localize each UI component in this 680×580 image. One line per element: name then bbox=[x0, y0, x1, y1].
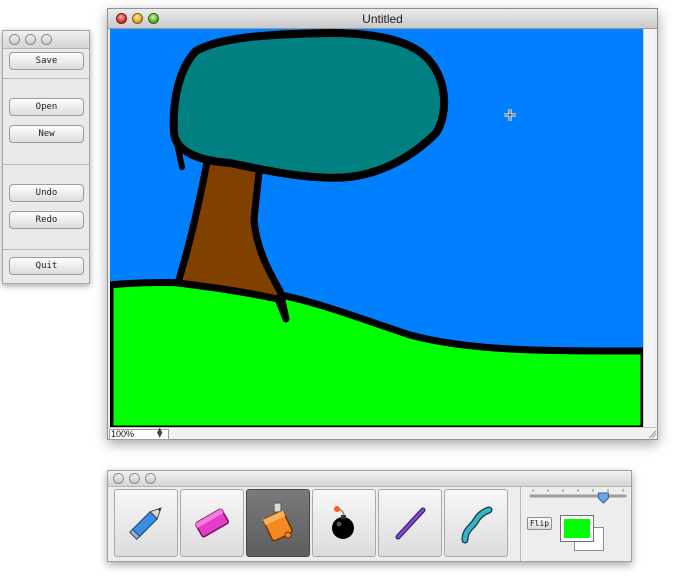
foreground-color-fill bbox=[564, 519, 590, 538]
slider-ticks bbox=[532, 489, 624, 492]
eraser-icon bbox=[194, 508, 230, 538]
paint-bucket-icon bbox=[262, 502, 293, 542]
pencil-icon bbox=[129, 507, 162, 540]
foreground-color-swatch[interactable] bbox=[560, 515, 594, 542]
brush-tool[interactable] bbox=[444, 489, 508, 557]
tree-foliage bbox=[169, 29, 449, 182]
window-titlebar[interactable]: Untitled bbox=[108, 9, 657, 29]
tool-palette-titlebar[interactable] bbox=[108, 471, 631, 487]
tool-palette: Flip bbox=[107, 470, 632, 562]
drawing-window: Untitled 100% ▲ ▼ bbox=[107, 8, 658, 440]
new-button[interactable]: New bbox=[9, 125, 84, 143]
redo-button[interactable]: Redo bbox=[9, 211, 84, 229]
bomb-icon bbox=[332, 506, 354, 539]
status-bar: 100% ▲ ▼ bbox=[108, 427, 657, 440]
slider-thumb[interactable] bbox=[597, 492, 609, 504]
window-title: Untitled bbox=[362, 12, 403, 26]
line-icon bbox=[395, 507, 426, 540]
pencil-tool[interactable] bbox=[114, 489, 178, 557]
brush-icon bbox=[461, 506, 493, 544]
minimize-button[interactable] bbox=[129, 473, 140, 484]
save-button[interactable]: Save bbox=[9, 52, 84, 70]
vertical-scrollbar[interactable] bbox=[643, 29, 655, 429]
command-palette-titlebar[interactable] bbox=[3, 31, 89, 49]
flip-button[interactable]: Flip bbox=[527, 517, 552, 530]
eraser-tool[interactable] bbox=[180, 489, 244, 557]
zoom-button[interactable] bbox=[145, 473, 156, 484]
close-button[interactable] bbox=[9, 34, 20, 45]
line-tool[interactable] bbox=[378, 489, 442, 557]
bomb-tool[interactable] bbox=[312, 489, 376, 557]
separator bbox=[3, 249, 89, 250]
command-palette: Save Open New Undo Redo Quit bbox=[2, 30, 90, 284]
divider bbox=[520, 487, 521, 561]
drawing-canvas[interactable] bbox=[110, 29, 644, 429]
separator bbox=[3, 164, 89, 165]
separator bbox=[3, 78, 89, 79]
close-button[interactable] bbox=[113, 473, 124, 484]
minimize-button[interactable] bbox=[25, 34, 36, 45]
zoom-button[interactable] bbox=[41, 34, 52, 45]
resize-grip-icon[interactable] bbox=[646, 428, 657, 439]
quit-button[interactable]: Quit bbox=[9, 257, 84, 275]
open-button[interactable]: Open bbox=[9, 98, 84, 116]
paint-bucket-tool[interactable] bbox=[246, 489, 310, 557]
brush-size-slider[interactable] bbox=[528, 487, 628, 507]
undo-button[interactable]: Undo bbox=[9, 184, 84, 202]
zoom-stepper-icon[interactable]: ▲ ▼ bbox=[157, 427, 162, 439]
